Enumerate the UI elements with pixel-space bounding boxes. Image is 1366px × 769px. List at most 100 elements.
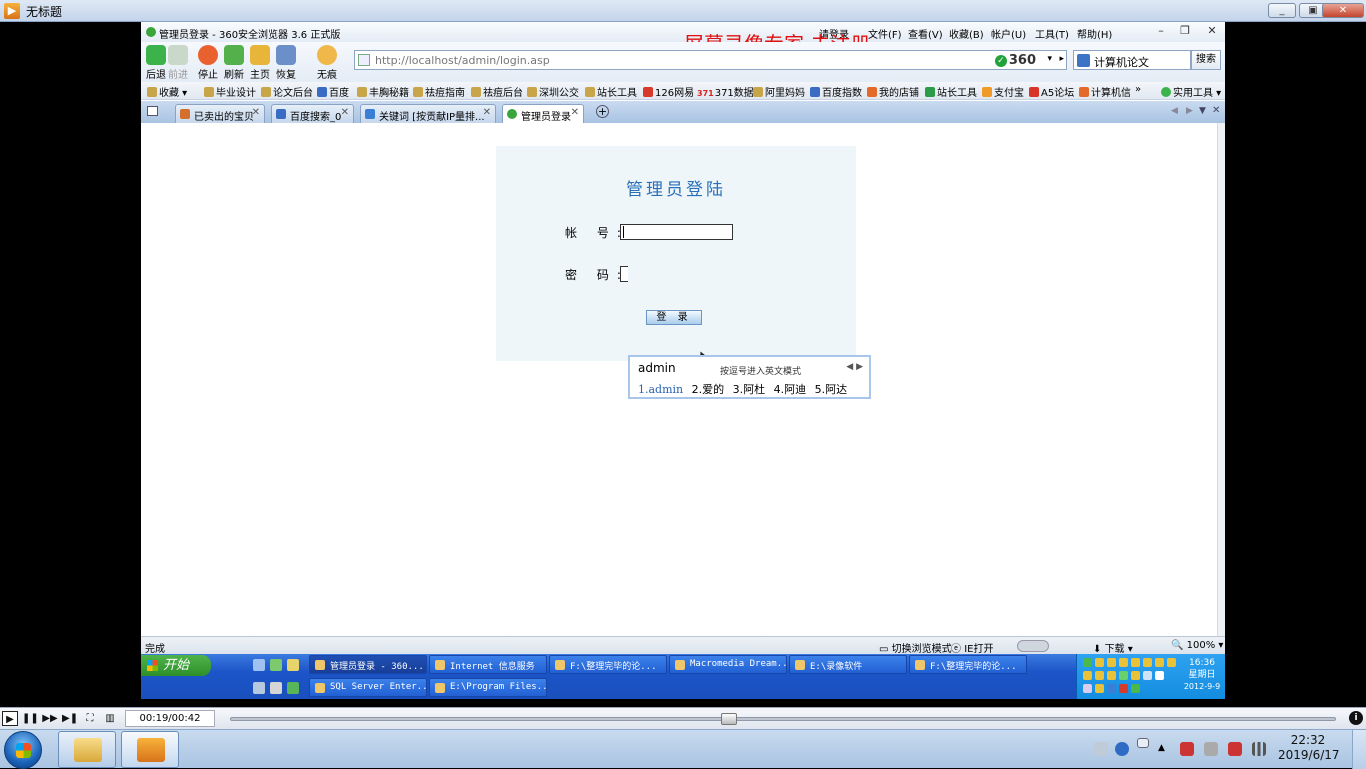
qq-icon[interactable] [1095, 658, 1104, 667]
fav-item[interactable]: 丰胸秘籍 [357, 84, 409, 99]
tab-close-icon[interactable]: ✕ [252, 107, 260, 118]
ime-candidate[interactable]: 1.admin [638, 383, 683, 396]
menu-tools[interactable]: 工具(T) [1035, 26, 1069, 41]
fav-item[interactable]: 深圳公交 [527, 84, 579, 99]
go-icon[interactable]: ▸ [1059, 54, 1064, 64]
quicklaunch-ie-icon[interactable] [253, 659, 265, 671]
play-button[interactable]: ▶ [2, 711, 18, 726]
fav-item[interactable]: 站长工具 [925, 84, 977, 99]
toggle-switch[interactable] [1017, 640, 1049, 652]
search-button[interactable]: 搜索 [1191, 50, 1221, 70]
tray-icon[interactable] [1119, 684, 1128, 693]
step-button[interactable]: ▶❚ [62, 711, 78, 726]
account-input[interactable] [620, 224, 733, 240]
tray-icon[interactable] [1095, 684, 1104, 693]
fit-button[interactable]: ▥ [102, 711, 118, 726]
restore-button[interactable]: 恢复 [271, 45, 301, 81]
fullscreen-button[interactable]: ⛶ [82, 711, 98, 726]
fav-item[interactable]: 百度 [317, 84, 349, 99]
fav-more-button[interactable]: » [1135, 84, 1141, 95]
fav-item[interactable]: A5论坛 [1029, 84, 1074, 99]
show-desktop-button[interactable] [1352, 730, 1366, 769]
network-icon[interactable] [1119, 671, 1128, 680]
tools-menu[interactable]: 实用工具 ▾ [1161, 84, 1221, 99]
qq-icon[interactable] [1155, 658, 1164, 667]
qq-icon[interactable] [1107, 658, 1116, 667]
xp-start-button[interactable]: 开始 [141, 655, 211, 676]
ime-candidate[interactable]: 4.阿迪 [774, 383, 807, 396]
ime-candidate[interactable]: 3.阿杜 [733, 383, 766, 396]
menu-help[interactable]: 帮助(H) [1077, 26, 1112, 41]
address-url[interactable]: http://localhost/admin/login.asp [375, 54, 550, 67]
menu-favorites[interactable]: 收藏(B) [949, 26, 984, 41]
password-input[interactable] [620, 266, 628, 282]
qq-icon[interactable] [1083, 671, 1092, 680]
search-input[interactable]: 计算机论文 [1094, 54, 1149, 70]
no-trace-button[interactable]: 无痕 [312, 45, 342, 81]
tab-scroll-right-icon[interactable]: ▶ [1186, 106, 1193, 116]
qq-icon[interactable] [1095, 671, 1104, 680]
tab-close-icon[interactable]: ✕ [571, 107, 579, 118]
quicklaunch-app-icon[interactable] [287, 682, 299, 694]
pause-button[interactable]: ❚❚ [22, 711, 39, 726]
menu-file[interactable]: 文件(F) [868, 26, 902, 41]
tray-icon[interactable] [1143, 671, 1152, 680]
shield-icon[interactable] [1107, 684, 1116, 693]
quicklaunch-360-icon[interactable] [270, 659, 282, 671]
browser-minimize-button[interactable]: – [1151, 24, 1171, 38]
fav-item[interactable]: 百度指数 [810, 84, 862, 99]
qq-icon[interactable] [1143, 658, 1152, 667]
qq-icon[interactable] [1107, 671, 1116, 680]
tab-baidu-search[interactable]: 百度搜索_0 ✕ [271, 104, 354, 123]
close-button[interactable]: ✕ [1322, 3, 1364, 18]
xp-task-sql-server[interactable]: SQL Server Enter... [309, 678, 427, 697]
quicklaunch-desktop-icon[interactable] [287, 659, 299, 671]
help-icon[interactable] [1115, 742, 1129, 756]
security-360-badge[interactable]: ✓ 360 [994, 53, 1036, 68]
info-icon[interactable]: i [1349, 711, 1363, 725]
download-button[interactable]: ⬇ 下载 ▾ [1093, 640, 1133, 655]
signal-icon[interactable] [1252, 742, 1266, 756]
taskbar-explorer-button[interactable] [58, 731, 116, 768]
fav-item[interactable]: 371371数据 [697, 84, 754, 99]
address-dropdown-icon[interactable]: ▾ [1047, 54, 1052, 64]
volume-muted-icon[interactable] [1204, 742, 1218, 756]
fav-item[interactable]: 站长工具 [585, 84, 637, 99]
ime-candidate[interactable]: 5.阿达 [815, 383, 848, 396]
qq-icon[interactable] [1131, 658, 1140, 667]
xp-task-folder[interactable]: F:\整理完毕的论... [549, 655, 667, 674]
tab-close-icon[interactable]: ✕ [341, 107, 349, 118]
xp-task-program-files[interactable]: E:\Program Files... [429, 678, 547, 697]
ie-open-button[interactable]: ⓔ IE打开 [951, 640, 993, 655]
tab-close-icon[interactable]: ✕ [483, 107, 491, 118]
tray-icon[interactable] [1083, 684, 1092, 693]
menu-account[interactable]: 帐户(U) [991, 26, 1026, 41]
xp-clock[interactable]: 16:36 星期日 2012-9-9 [1181, 657, 1223, 693]
browser-close-button[interactable]: ✕ [1202, 24, 1222, 38]
quicklaunch-app-icon[interactable] [270, 682, 282, 694]
windows-start-orb[interactable] [4, 731, 42, 769]
fast-forward-button[interactable]: ▶▶ [42, 711, 58, 726]
seek-thumb[interactable] [721, 713, 737, 725]
xp-task-dreamweaver[interactable]: Macromedia Dream... [669, 655, 787, 674]
qq-icon[interactable] [1167, 658, 1176, 667]
vertical-scrollbar[interactable] [1217, 123, 1225, 636]
ime-page-arrows-icon[interactable]: ◀ ▶ [846, 362, 863, 372]
network-error-icon[interactable] [1228, 742, 1242, 756]
forward-button[interactable]: 前进 [163, 45, 193, 81]
ime-candidate[interactable]: 2.爱的 [692, 383, 725, 396]
close-all-tabs-icon[interactable]: ✕ [1212, 105, 1220, 116]
xp-task-folder-2[interactable]: F:\整理完毕的论... [909, 655, 1027, 674]
tab-sold-items[interactable]: 已卖出的宝贝 ✕ [175, 104, 265, 123]
login-submit-button[interactable]: 登 录 [646, 310, 702, 325]
fav-item[interactable]: 我的店铺 [867, 84, 919, 99]
quicklaunch-app-icon[interactable] [253, 682, 265, 694]
qq-icon[interactable] [1119, 658, 1128, 667]
security-alert-icon[interactable] [1180, 742, 1194, 756]
fav-item[interactable]: 毕业设计 [204, 84, 256, 99]
zoom-button[interactable]: 🔍 100% ▾ [1171, 640, 1223, 651]
fav-item[interactable]: 祛痘指南 [413, 84, 465, 99]
sidebar-toggle-icon[interactable] [147, 106, 158, 116]
seek-bar[interactable] [230, 713, 1336, 725]
fav-item[interactable]: 论文后台 [261, 84, 313, 99]
